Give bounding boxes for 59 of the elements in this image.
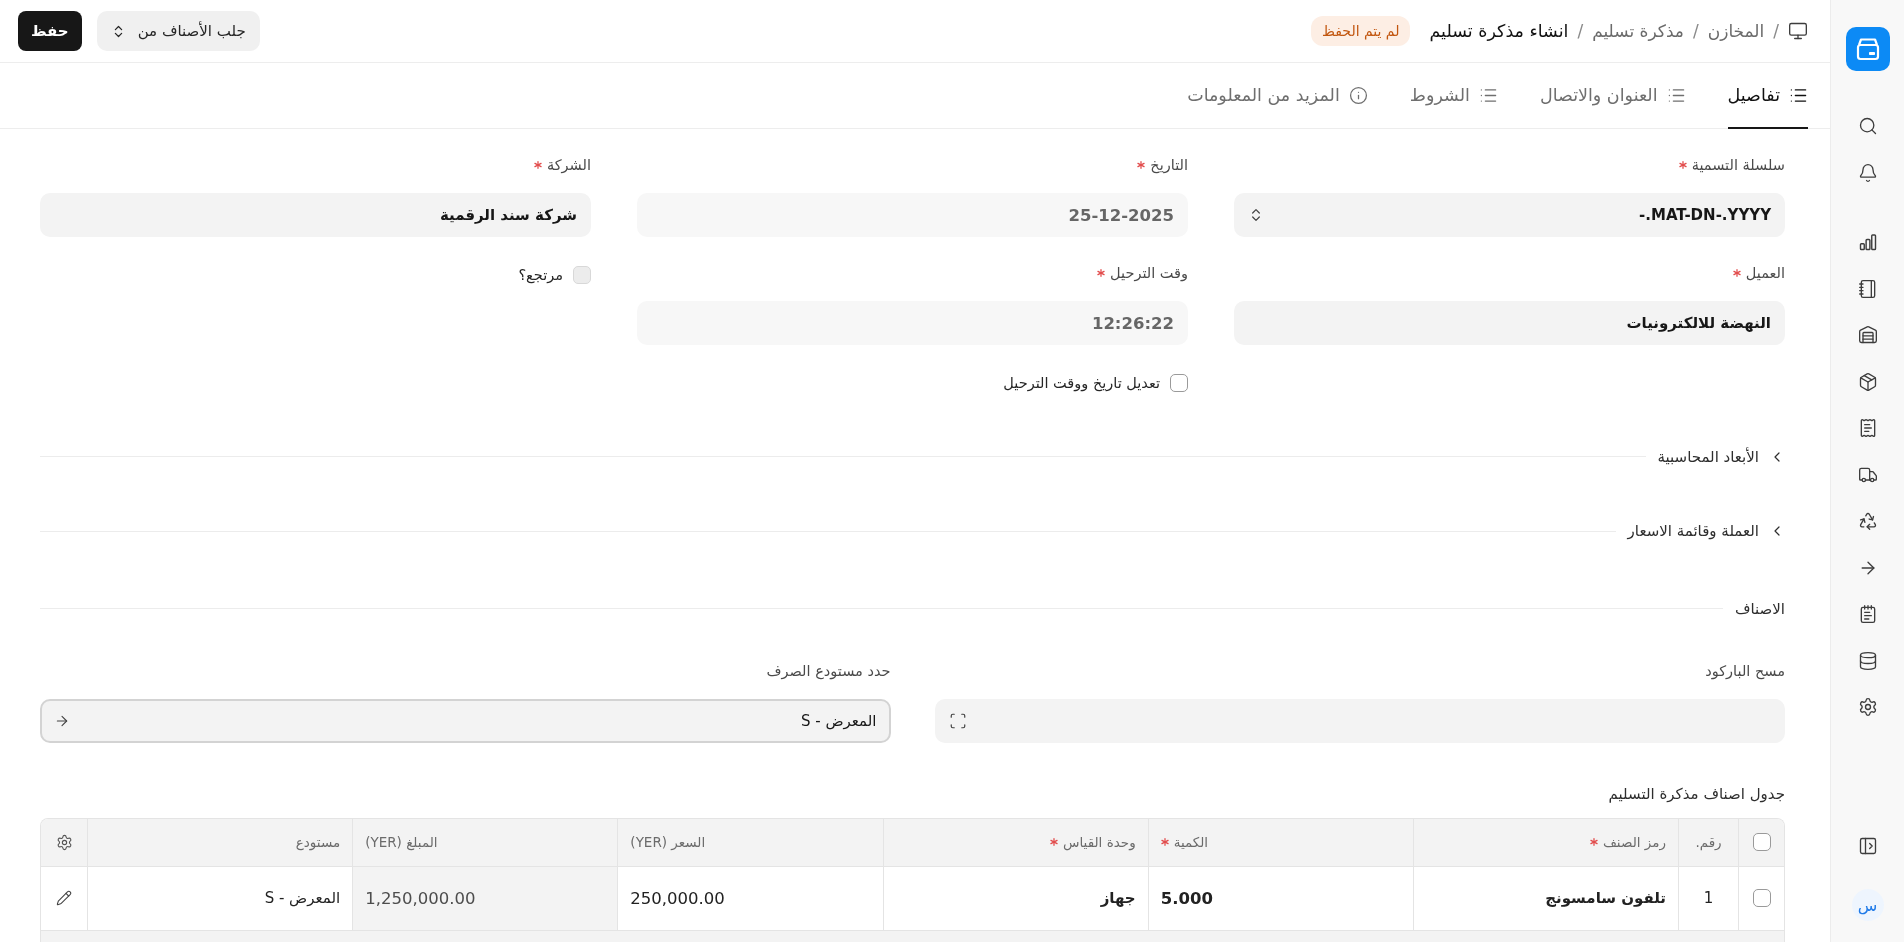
tab[interactable]: المزيد من المعلومات	[1187, 63, 1368, 129]
breadcrumb-separator: /	[1773, 21, 1779, 41]
column-header: السعر (YER)	[630, 834, 706, 851]
notebook-icon[interactable]	[1857, 278, 1878, 299]
table-title: جدول اصناف مذكرة التسليم	[1608, 784, 1785, 806]
section-title: الاصناف	[1734, 599, 1785, 618]
column-header: مستودع	[295, 834, 341, 851]
link-field[interactable]: النهضة للالكترونيات	[1234, 301, 1785, 345]
column-header: وحدة القياس	[1063, 834, 1136, 851]
package-icon[interactable]	[1857, 371, 1878, 392]
database-icon[interactable]	[1857, 650, 1878, 671]
scan-icon[interactable]	[948, 712, 967, 731]
checkbox-label: مرتجع؟	[518, 267, 563, 283]
link-field[interactable]: المعرض - S	[40, 699, 891, 744]
tab[interactable]: الشروط	[1409, 63, 1498, 129]
section-toggle[interactable]: العملة وقائمة الاسعار	[1627, 522, 1785, 541]
field-label: سلسلة التسمية	[1691, 157, 1785, 173]
column-header: المبلغ (YER)	[365, 834, 438, 851]
monitor-icon[interactable]	[1788, 21, 1808, 41]
field-label: التاريخ	[1150, 157, 1188, 173]
column-header: رمز الصنف	[1602, 834, 1666, 851]
info-icon	[1348, 85, 1368, 105]
settings-icon[interactable]	[1857, 697, 1878, 718]
user-avatar[interactable]: س	[1851, 889, 1884, 921]
search-icon[interactable]	[1857, 116, 1878, 137]
checkbox[interactable]	[1170, 374, 1188, 392]
field-label: الشركة	[546, 157, 591, 173]
table-cell: 1,250,000.00	[352, 866, 618, 930]
logo-icon[interactable]	[1845, 27, 1890, 71]
checkbox[interactable]	[1752, 889, 1771, 908]
field-label: وقت الترحيل	[1110, 265, 1188, 281]
settings-icon[interactable]	[55, 833, 73, 851]
pencil-icon[interactable]	[56, 890, 72, 907]
barcode-field[interactable]	[934, 699, 1785, 744]
breadcrumb-separator: /	[1577, 21, 1584, 41]
breadcrumb-link[interactable]: مذكرة تسليم	[1592, 21, 1684, 41]
column-header: الكمية	[1173, 834, 1209, 851]
field-label: العميل	[1745, 265, 1785, 281]
bell-icon[interactable]	[1857, 162, 1878, 183]
dropdown-button[interactable]: جلب الأصناف من	[96, 11, 260, 51]
breadcrumb-link[interactable]: المخازن	[1707, 21, 1765, 41]
section-toggle[interactable]: الأبعاد المحاسبية	[1657, 447, 1785, 466]
field-label: حدد مستودع الصرف	[766, 663, 891, 680]
warehouse-icon[interactable]	[1857, 325, 1878, 346]
save-button[interactable]: حفظ	[18, 11, 82, 51]
column-header: رقم.	[1695, 834, 1722, 851]
breadcrumb-separator: /	[1692, 21, 1699, 41]
checkbox[interactable]	[1752, 833, 1771, 852]
status-badge: لم يتم الحفظ	[1310, 16, 1411, 46]
tab[interactable]: العنوان والاتصال	[1539, 63, 1686, 129]
bar-chart-icon[interactable]	[1857, 232, 1878, 253]
tab[interactable]: تفاصيل	[1727, 63, 1808, 129]
recycle-icon[interactable]	[1857, 511, 1878, 532]
select-field[interactable]: MAT-DN-.YYYY.-	[1234, 193, 1785, 237]
checkbox-label: تعديل تاريخ ووقت الترحيل	[1003, 375, 1160, 391]
sidebar-toggle-icon[interactable]	[1857, 835, 1878, 856]
link-field[interactable]: شركة سند الرقمية	[40, 193, 591, 237]
page-title: انشاء مذكرة تسليم	[1429, 21, 1569, 41]
field-label: مسح الباركود	[1705, 663, 1785, 680]
